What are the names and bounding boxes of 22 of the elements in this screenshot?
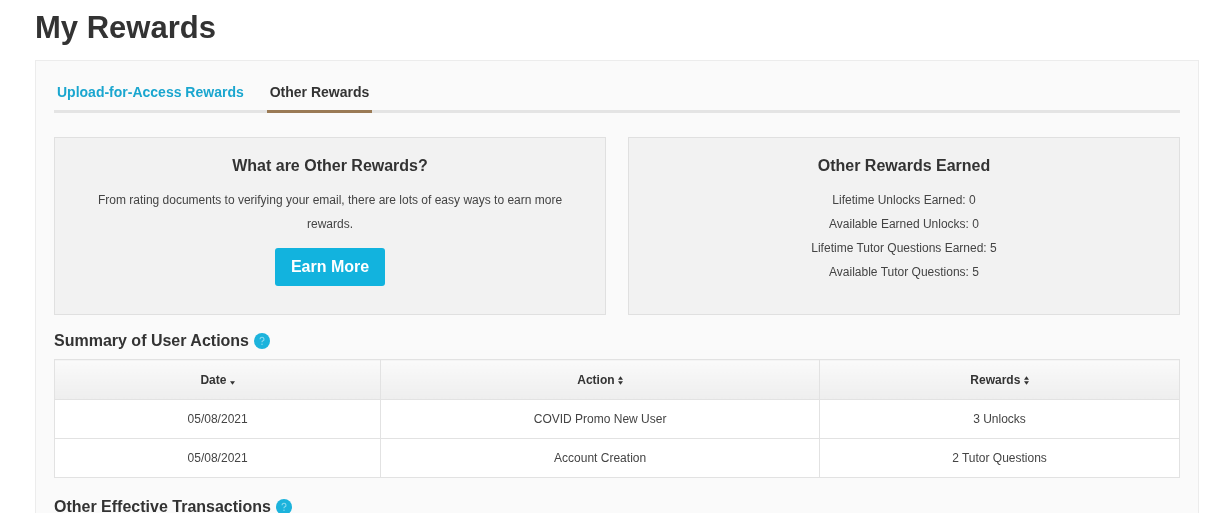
card-title: What are Other Rewards?: [231, 157, 429, 175]
card-title: Other Rewards Earned: [816, 157, 992, 175]
table-cell: 05/08/2021: [54, 438, 381, 478]
table-cell: 3 Unlocks: [819, 399, 1180, 439]
table-cell: COVID Promo New User: [380, 399, 820, 439]
column-header[interactable]: Action: [380, 359, 820, 400]
column-header[interactable]: Date: [54, 359, 381, 400]
stat-line: Lifetime Unlocks Earned: 0: [831, 192, 977, 209]
stat-line: Lifetime Tutor Questions Earned: 5: [810, 240, 998, 257]
table-cell: Account Creation: [380, 438, 820, 478]
card-description: From rating documents to verifying your email, there are lots of easy ways to earn more rewards.: [96, 192, 564, 233]
stat-line: Available Tutor Questions: 5: [828, 264, 980, 281]
column-header[interactable]: Rewards: [819, 359, 1180, 400]
sort-icon[interactable]: [617, 375, 623, 385]
stat-line: Available Earned Unlocks: 0: [828, 216, 980, 233]
section-title: Summary of User Actions: [54, 332, 249, 350]
page-title: My Rewards: [35, 10, 217, 46]
section-title: Other Effective Transactions: [54, 498, 271, 513]
tab[interactable]: Other Rewards: [266, 75, 373, 113]
sort-icon[interactable]: [1023, 375, 1029, 385]
table-cell: 05/08/2021: [54, 399, 381, 439]
table-cell: 2 Tutor Questions: [819, 438, 1180, 478]
